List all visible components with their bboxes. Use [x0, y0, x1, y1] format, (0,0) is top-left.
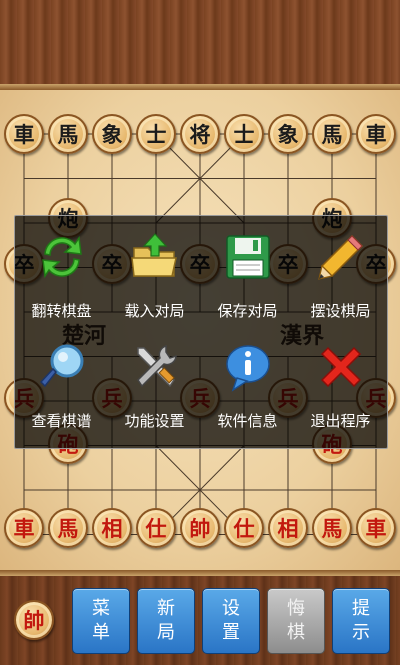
- menu-item-settings[interactable]: 功能设置: [108, 336, 201, 446]
- red-x-icon: [320, 346, 362, 388]
- black-elephant[interactable]: 象: [92, 114, 132, 154]
- menu-item-load-game[interactable]: 载入对局: [108, 226, 201, 336]
- hint-button[interactable]: 提 示: [332, 588, 390, 654]
- red-horse[interactable]: 馬: [48, 508, 88, 548]
- undo-button[interactable]: 悔 棋: [267, 588, 325, 654]
- settings-button[interactable]: 设 置: [202, 588, 260, 654]
- open-folder-icon: [131, 233, 177, 277]
- tools-icon: [137, 345, 177, 388]
- black-general[interactable]: 将: [180, 114, 220, 154]
- menu-item-about[interactable]: 软件信息: [201, 336, 294, 446]
- menu-item-label: 软件信息: [217, 412, 278, 430]
- menu-item-label: 查看棋谱: [31, 412, 92, 430]
- red-elephant[interactable]: 相: [268, 508, 308, 548]
- button-label-line1: 设: [222, 598, 240, 619]
- red-advisor[interactable]: 仕: [136, 508, 176, 548]
- button-label-line2: 棋: [287, 622, 305, 643]
- button-label-line1: 悔: [287, 598, 305, 619]
- black-horse[interactable]: 馬: [48, 114, 88, 154]
- red-elephant[interactable]: 相: [92, 508, 132, 548]
- new-game-button[interactable]: 新 局: [137, 588, 195, 654]
- menu-button[interactable]: 菜 单: [72, 588, 130, 654]
- button-label-line1: 提: [352, 598, 370, 619]
- red-chariot[interactable]: 車: [356, 508, 396, 548]
- red-chariot[interactable]: 車: [4, 508, 44, 548]
- menu-item-view-record[interactable]: 查看棋谱: [15, 336, 108, 446]
- button-label-line2: 局: [157, 622, 175, 643]
- current-turn-piece: 帥: [14, 600, 54, 640]
- menu-item-label: 摆设棋局: [310, 302, 371, 320]
- black-chariot[interactable]: 車: [4, 114, 44, 154]
- menu-item-label: 载入对局: [124, 302, 185, 320]
- menu-overlay: 翻转棋盘 载入对局 保存对局 摆设棋局 查看棋谱 功能设置 软件信息 退出程序: [14, 215, 388, 449]
- black-advisor[interactable]: 士: [224, 114, 264, 154]
- black-horse[interactable]: 馬: [312, 114, 352, 154]
- red-general[interactable]: 帥: [180, 508, 220, 548]
- menu-item-label: 退出程序: [310, 412, 371, 430]
- black-elephant[interactable]: 象: [268, 114, 308, 154]
- black-chariot[interactable]: 車: [356, 114, 396, 154]
- red-advisor[interactable]: 仕: [224, 508, 264, 548]
- black-advisor[interactable]: 士: [136, 114, 176, 154]
- menu-item-setup-board[interactable]: 摆设棋局: [294, 226, 387, 336]
- magnifier-icon: [39, 344, 84, 388]
- menu-item-flip-board[interactable]: 翻转棋盘: [15, 226, 108, 336]
- red-horse[interactable]: 馬: [312, 508, 352, 548]
- button-label-line2: 单: [92, 622, 110, 643]
- menu-item-save-game[interactable]: 保存对局: [201, 226, 294, 336]
- pencil-icon: [318, 234, 364, 280]
- refresh-arrows-icon: [42, 235, 82, 279]
- menu-item-label: 功能设置: [124, 412, 185, 430]
- floppy-disk-icon: [226, 235, 270, 279]
- info-bubble-icon: [226, 345, 270, 392]
- button-label-line1: 新: [157, 598, 175, 619]
- button-label-line2: 置: [222, 622, 240, 643]
- button-label-line2: 示: [352, 622, 370, 643]
- button-label-line1: 菜: [92, 598, 110, 619]
- menu-item-label: 翻转棋盘: [31, 302, 92, 320]
- menu-item-label: 保存对局: [217, 302, 278, 320]
- menu-item-exit[interactable]: 退出程序: [294, 336, 387, 446]
